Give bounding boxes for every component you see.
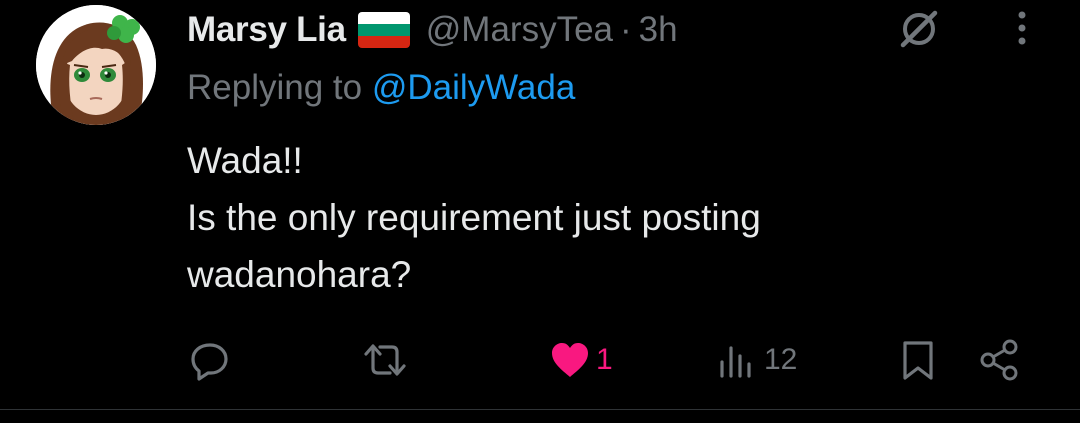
like-count: 1 [596,343,613,376]
heart-filled-icon [552,343,588,377]
like-button[interactable]: 1 [548,330,613,390]
more-options-icon[interactable] [1002,8,1042,48]
reply-button[interactable] [188,330,232,390]
tweet-divider [0,409,1080,410]
timestamp[interactable]: 3h [639,10,678,50]
reply-icon [191,343,228,381]
avatar-image [36,5,156,125]
tweet-text: Wada!! Is the only requirement just post… [187,132,1047,303]
tweet[interactable]: Marsy Lia @MarsyTea · 3h Replying to @Da… [0,0,1080,410]
retweet-button[interactable] [360,330,410,390]
avatar[interactable] [36,5,156,125]
separator-dot: · [620,10,632,49]
action-bar: 1 12 [0,330,1080,390]
tweet-text-line: Wada!! [187,140,303,181]
retweet-icon [364,344,406,376]
tweet-header: Marsy Lia @MarsyTea · 3h [187,8,678,52]
views-button[interactable]: 12 [716,330,797,390]
user-handle[interactable]: @MarsyTea [426,10,613,50]
views-count: 12 [764,343,798,376]
tweet-text-line: wadanohara? [187,254,412,295]
share-button[interactable] [976,330,1022,390]
display-name[interactable]: Marsy Lia [187,10,346,50]
views-icon [720,346,751,378]
bookmark-icon [903,341,933,380]
replying-mention-link[interactable]: @DailyWada [372,68,575,107]
tweet-text-line: Is the only requirement just posting [187,197,761,238]
share-icon [980,339,1018,381]
bulgaria-flag-icon [357,12,410,48]
bookmark-button[interactable] [896,330,940,390]
replying-to-line: Replying to @DailyWada [187,68,575,108]
replying-prefix: Replying to [187,68,372,107]
grok-icon[interactable] [896,6,942,52]
